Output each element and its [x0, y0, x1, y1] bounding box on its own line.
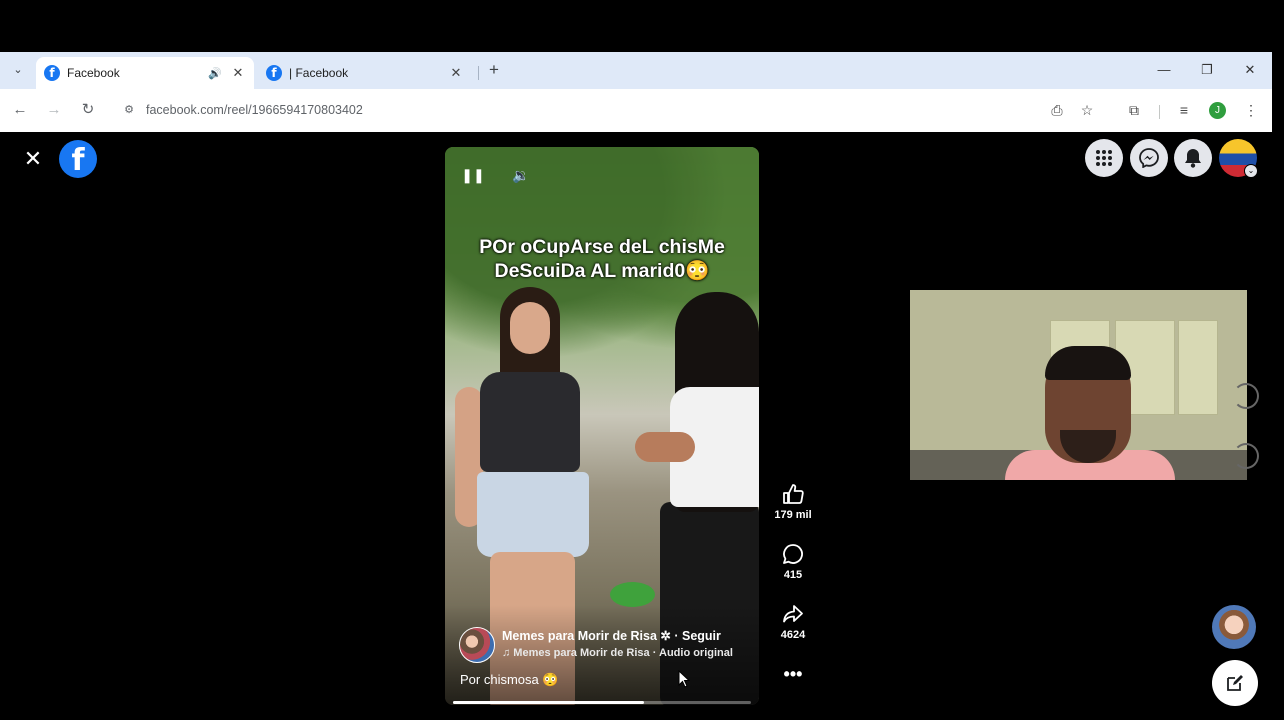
media-control-icon[interactable]: ≡: [1173, 99, 1195, 121]
facebook-favicon-icon: f: [44, 65, 60, 81]
share-icon: [772, 603, 814, 627]
comment-icon: [772, 543, 814, 567]
minimize-icon[interactable]: —: [1154, 60, 1174, 80]
profile-avatar[interactable]: J: [1209, 102, 1226, 119]
mouse-cursor-icon: [678, 670, 690, 688]
tab-title: Facebook: [67, 66, 120, 80]
volume-icon[interactable]: 🔉: [509, 163, 533, 187]
site-info-icon[interactable]: ⚙: [121, 102, 137, 118]
bookmark-star-icon[interactable]: ☆: [1076, 99, 1098, 121]
new-tab-button[interactable]: +: [484, 60, 504, 80]
progress-fill: [453, 701, 644, 704]
tab-separator: [478, 66, 479, 80]
page-avatar[interactable]: [459, 627, 495, 663]
follow-button[interactable]: · Seguir: [674, 629, 721, 643]
reel-description: Por chismosa 😳: [460, 672, 559, 687]
url-text[interactable]: facebook.com/reel/1966594170803402: [146, 103, 363, 117]
facebook-reel-page: ✕ f ⌄ ❚❚ 🔉 POr oCupArse deL chisMe DeScu…: [0, 132, 1284, 720]
page-name-link[interactable]: Memes para Morir de Risa: [502, 629, 657, 643]
chevron-down-icon[interactable]: ⌄: [1244, 164, 1258, 178]
facebook-logo-icon[interactable]: f: [59, 140, 97, 178]
tab-facebook-inactive[interactable]: f | Facebook ✕: [258, 57, 472, 89]
next-reel-icon[interactable]: [1233, 443, 1259, 469]
extensions-icon[interactable]: ⧉: [1123, 99, 1145, 121]
messenger-icon[interactable]: [1130, 139, 1168, 177]
close-window-icon[interactable]: ✕: [1240, 60, 1260, 80]
audio-link[interactable]: ♫ Memes para Morir de Risa · Audio origi…: [502, 647, 733, 659]
comment-button[interactable]: 415: [772, 543, 814, 581]
compose-icon[interactable]: [1212, 660, 1258, 706]
tab-title: | Facebook: [289, 66, 349, 80]
previous-reel-icon[interactable]: [1233, 383, 1259, 409]
toolbar-separator: [1159, 105, 1160, 119]
comment-count: 415: [783, 569, 803, 581]
reel-caption-overlay: POr oCupArse deL chisMe DeScuiDa AL mari…: [445, 235, 759, 283]
webcam-overlay: [910, 290, 1247, 480]
progress-bar[interactable]: [453, 701, 751, 704]
speaker-icon[interactable]: 🔊: [208, 67, 222, 80]
tab-strip: ⌄ f Facebook 🔊 ✕ f | Facebook ✕ + — ❐ ✕: [0, 52, 1272, 89]
browser-toolbar: ← → ↻ ⚙ facebook.com/reel/19665941708034…: [0, 89, 1272, 132]
close-tab-icon[interactable]: ✕: [232, 65, 244, 81]
page-name-row: Memes para Morir de Risa ✲ · Seguir: [502, 628, 721, 643]
close-icon[interactable]: ✕: [22, 148, 44, 170]
address-bar[interactable]: ⚙ facebook.com/reel/1966594170803402: [112, 94, 1112, 126]
tab-facebook-active[interactable]: f Facebook 🔊 ✕: [36, 57, 254, 89]
browser-chrome: ⌄ f Facebook 🔊 ✕ f | Facebook ✕ + — ❐ ✕ …: [0, 52, 1272, 132]
share-count: 4624: [780, 629, 806, 641]
caption-line-1: POr oCupArse deL chisMe: [479, 236, 725, 258]
tab-search-button[interactable]: ⌄: [8, 60, 28, 80]
reload-icon[interactable]: ↻: [77, 99, 99, 121]
close-tab-icon[interactable]: ✕: [450, 65, 462, 81]
like-count: 179 mil: [774, 509, 812, 521]
apps-grid-icon[interactable]: [1085, 139, 1123, 177]
video-bike-seat: [610, 582, 655, 607]
caption-line-2: DeScuiDa AL marid0😳: [494, 260, 710, 282]
forward-icon[interactable]: →: [43, 99, 65, 121]
contact-avatar[interactable]: [1212, 605, 1256, 649]
reel-video[interactable]: ❚❚ 🔉 POr oCupArse deL chisMe DeScuiDa AL…: [445, 147, 759, 705]
bell-icon[interactable]: [1174, 139, 1212, 177]
back-icon[interactable]: ←: [9, 99, 31, 121]
thumbs-up-icon: [772, 483, 814, 507]
top-black-bar: [0, 0, 1284, 52]
browser-menu-icon[interactable]: ⋮: [1240, 99, 1262, 121]
restore-icon[interactable]: ❐: [1197, 60, 1217, 80]
pause-icon[interactable]: ❚❚: [461, 163, 485, 187]
more-horizontal-icon[interactable]: •••: [780, 664, 806, 684]
like-button[interactable]: 179 mil: [772, 483, 814, 521]
facebook-favicon-icon: f: [266, 65, 282, 81]
gear-icon: ✲: [660, 629, 675, 643]
install-app-icon[interactable]: ⎙: [1046, 99, 1068, 121]
share-button[interactable]: 4624: [772, 603, 814, 641]
